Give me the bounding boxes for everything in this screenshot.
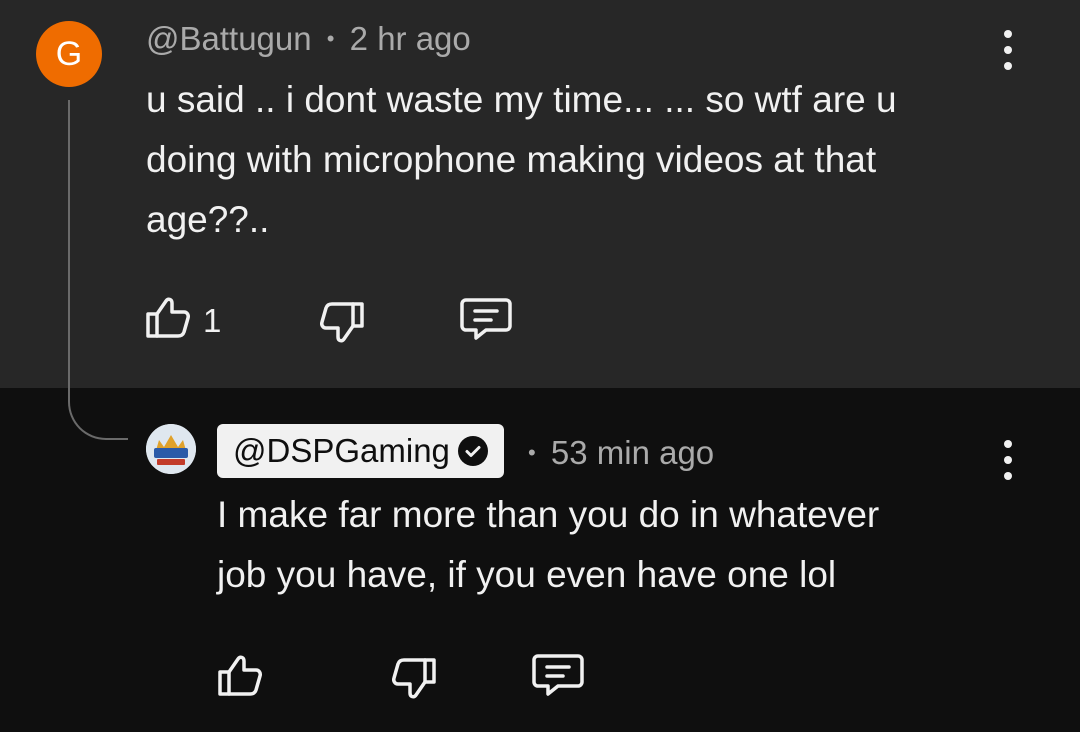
like-count: 1	[203, 302, 222, 339]
reply-text-line: I make far more than you do in whatever	[217, 494, 880, 535]
meta-separator: •	[528, 440, 536, 465]
comment-text-line: age??..	[146, 199, 270, 240]
more-vertical-icon-dot	[1004, 46, 1012, 54]
comment-author[interactable]: @Battugun	[146, 20, 312, 57]
thumbs-down-icon	[320, 302, 364, 343]
reply-text-line: job you have, if you even have one lol	[217, 554, 837, 595]
comment-text-line: u said .. i dont waste my time... ... so…	[146, 79, 897, 120]
more-vertical-icon-dot	[1004, 472, 1012, 480]
reply-timestamp: 53 min ago	[550, 434, 715, 471]
comment-timestamp: 2 hr ago	[349, 20, 471, 57]
reply-icon	[532, 654, 584, 696]
comment-text: u said .. i dont waste my time... ... so…	[146, 70, 897, 250]
thumbs-up-icon	[218, 655, 262, 696]
comment-meta: @Battugun • 2 hr ago	[146, 20, 471, 58]
reply-button[interactable]	[530, 646, 586, 702]
reply-author[interactable]: @DSPGaming	[233, 432, 450, 470]
thumbs-down-icon	[392, 658, 436, 699]
like-button[interactable]	[214, 648, 270, 704]
author-verified-chip[interactable]: @DSPGaming	[217, 424, 504, 478]
reply-meta: • 53 min ago	[528, 434, 714, 472]
dislike-button[interactable]	[312, 294, 368, 350]
reply-more-button[interactable]	[993, 440, 1023, 480]
avatar[interactable]: G	[36, 21, 102, 87]
like-button[interactable]	[142, 290, 198, 346]
avatar[interactable]	[146, 424, 196, 474]
comment-text-line: doing with microphone making videos at t…	[146, 139, 877, 180]
reply-button[interactable]	[458, 290, 514, 346]
dislike-button[interactable]	[384, 650, 440, 706]
comment-more-button[interactable]	[993, 30, 1023, 70]
thread-connector-line	[68, 100, 128, 440]
more-vertical-icon-dot	[1004, 456, 1012, 464]
dsp-gaming-logo-icon	[146, 424, 196, 474]
reply-text: I make far more than you do in whatever …	[217, 485, 879, 605]
reply-icon	[460, 298, 512, 340]
thumbs-up-icon	[146, 297, 190, 338]
verified-check-icon	[457, 436, 488, 466]
meta-separator: •	[326, 26, 335, 51]
more-vertical-icon-dot	[1004, 62, 1012, 70]
more-vertical-icon	[1004, 440, 1012, 448]
more-vertical-icon	[1004, 30, 1012, 38]
